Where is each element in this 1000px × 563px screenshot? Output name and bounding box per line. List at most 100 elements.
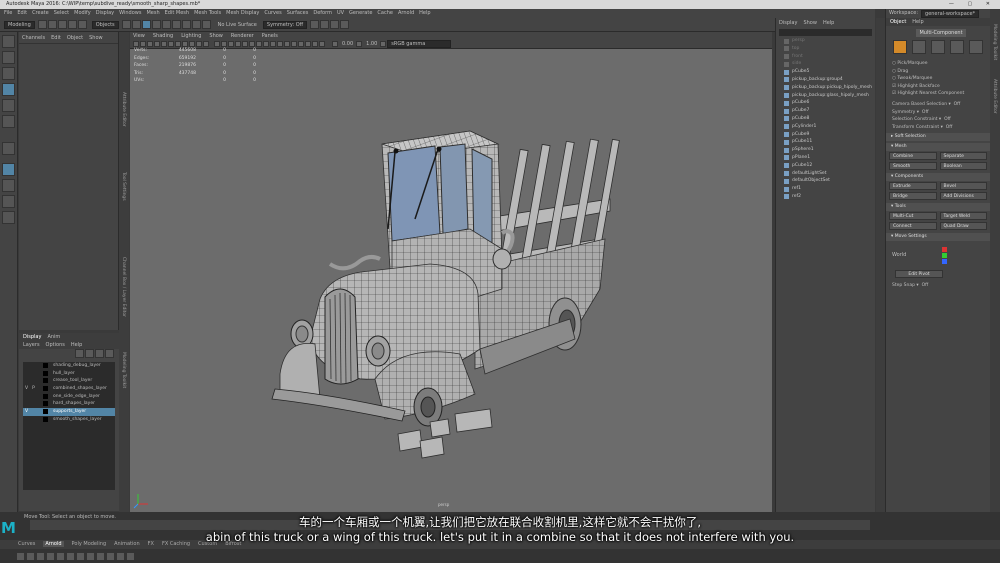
- outliner-item[interactable]: pCube12: [776, 162, 875, 170]
- layer-visibility-toggle[interactable]: [23, 416, 30, 424]
- layer-playback-toggle[interactable]: [30, 377, 37, 385]
- outliner-item[interactable]: pickup_backup:pickup_hipoly_mesh: [776, 84, 875, 92]
- layer-playback-toggle[interactable]: [30, 400, 37, 408]
- layer-visibility-toggle[interactable]: V: [23, 408, 30, 416]
- shelf-tool-9-icon[interactable]: [96, 551, 105, 561]
- viewport-panel[interactable]: View Shading Lighting Show Renderer Panels 0.…: [130, 32, 772, 512]
- layer-color-swatch[interactable]: [43, 409, 48, 415]
- shelf-tool-10-icon[interactable]: [106, 551, 115, 561]
- side-tab-attribute-editor[interactable]: Attribute Editor: [121, 92, 126, 127]
- viewport-menu-view[interactable]: View: [133, 33, 145, 39]
- exposure-icon[interactable]: [332, 41, 338, 47]
- layer-color-swatch[interactable]: [43, 401, 48, 407]
- render-icon[interactable]: [310, 20, 320, 29]
- shelf-tool-5-icon[interactable]: [56, 551, 65, 561]
- outliner-item[interactable]: pCube9: [776, 131, 875, 139]
- outliner-item[interactable]: pCylinder1: [776, 123, 875, 131]
- single-perspective-layout-icon[interactable]: [2, 163, 15, 176]
- components-section-header[interactable]: ▾ Components: [886, 173, 990, 182]
- color-management-icon[interactable]: [380, 41, 387, 47]
- rotate-tool-icon[interactable]: [2, 99, 15, 112]
- layer-row[interactable]: shading_debug_layer: [23, 362, 115, 370]
- smooth-button[interactable]: Smooth: [889, 162, 937, 171]
- menu-generate[interactable]: Generate: [349, 10, 372, 16]
- vertex-mode-icon[interactable]: [912, 40, 926, 54]
- layer-menu-layers[interactable]: Layers: [23, 342, 40, 348]
- menu-select[interactable]: Select: [54, 10, 69, 16]
- outliner-item[interactable]: pCube7: [776, 107, 875, 115]
- pick-option-tweak-marquee[interactable]: ○ Tweak/Marquee: [886, 75, 990, 83]
- outliner-item[interactable]: pPlane1: [776, 154, 875, 162]
- render-settings-icon[interactable]: [330, 20, 340, 29]
- target-weld-button[interactable]: Target Weld: [939, 212, 987, 221]
- outliner-menu-display[interactable]: Display: [779, 20, 797, 26]
- viewport-menu-renderer[interactable]: Renderer: [231, 33, 254, 39]
- undo-icon[interactable]: [67, 20, 77, 29]
- outliner-item[interactable]: persp: [776, 37, 875, 45]
- layer-playback-toggle[interactable]: [30, 362, 37, 370]
- uv-mode-icon[interactable]: [969, 40, 983, 54]
- viewport-menu-shading[interactable]: Shading: [153, 33, 173, 39]
- backface-culling-icon[interactable]: [319, 41, 325, 47]
- scale-tool-icon[interactable]: [2, 115, 15, 128]
- layer-row[interactable]: one_side_edge_layer: [23, 393, 115, 401]
- shadows-icon[interactable]: [256, 41, 262, 47]
- layer-visibility-toggle[interactable]: V: [23, 385, 30, 393]
- new-empty-layer-icon[interactable]: [95, 349, 104, 358]
- layer-color-swatch[interactable]: [43, 370, 48, 376]
- layer-color-swatch[interactable]: [43, 386, 48, 392]
- colorspace-dropdown[interactable]: sRGB gamma: [387, 40, 452, 48]
- menu-file[interactable]: File: [4, 10, 12, 16]
- snap-grid-icon[interactable]: [151, 20, 161, 29]
- viewport-menu-lighting[interactable]: Lighting: [181, 33, 201, 39]
- layer-menu-help[interactable]: Help: [71, 342, 82, 348]
- truck-model-render[interactable]: [130, 49, 772, 512]
- paint-select-icon[interactable]: [2, 67, 15, 80]
- side-tab-tool-settings[interactable]: Tool Settings: [121, 172, 126, 201]
- shelf-tool-11-icon[interactable]: [116, 551, 125, 561]
- multi-cut-button[interactable]: Multi-Cut: [889, 212, 937, 221]
- make-live-icon[interactable]: [201, 20, 211, 29]
- hypershade-icon[interactable]: [340, 20, 350, 29]
- layer-visibility-toggle[interactable]: [23, 377, 30, 385]
- extrude-button[interactable]: Extrude: [889, 182, 937, 191]
- select-tool-icon[interactable]: [2, 35, 15, 48]
- edit-pivot-button[interactable]: Edit Pivot: [895, 270, 943, 279]
- persp-outliner-layout-icon[interactable]: [2, 195, 15, 208]
- menu-edit-mesh[interactable]: Edit Mesh: [165, 10, 189, 16]
- quad-draw-button[interactable]: Quad Draw: [939, 222, 987, 231]
- xray-icon[interactable]: [298, 41, 304, 47]
- channel-menu-object[interactable]: Object: [67, 35, 83, 41]
- object-mode-icon[interactable]: [893, 40, 907, 54]
- menu-edit[interactable]: Edit: [17, 10, 27, 16]
- channel-menu-channels[interactable]: Channels: [22, 35, 45, 41]
- pick-option-highlight-backface[interactable]: ☑ Highlight Backface: [886, 83, 990, 91]
- symmetry-dropdown[interactable]: Symmetry: Off: [262, 20, 308, 29]
- outliner-item[interactable]: pCube5: [776, 68, 875, 76]
- objects-dropdown[interactable]: Objects: [91, 20, 119, 29]
- shelf-tool-12-icon[interactable]: [126, 551, 135, 561]
- side-tab-modeling-toolkit[interactable]: Modeling Toolkit: [121, 352, 126, 388]
- move-layer-up-icon[interactable]: [75, 349, 84, 358]
- outliner-item[interactable]: front: [776, 53, 875, 61]
- new-scene-icon[interactable]: [37, 20, 47, 29]
- viewport-menu-show[interactable]: Show: [209, 33, 223, 39]
- persp-graph-layout-icon[interactable]: [2, 211, 15, 224]
- layer-row[interactable]: smooth_shapes_layer: [23, 416, 115, 424]
- step-snap-row[interactable]: Step Snap ▾ Off: [886, 282, 990, 290]
- layer-visibility-toggle[interactable]: [23, 393, 30, 401]
- outliner-item[interactable]: side: [776, 60, 875, 68]
- layer-row[interactable]: V Pcombined_shapes_layer: [23, 385, 115, 393]
- shelf-tool-1-icon[interactable]: [16, 551, 25, 561]
- combine-button[interactable]: Combine: [889, 152, 937, 161]
- ambient-occlusion-icon[interactable]: [263, 41, 269, 47]
- menu-mesh[interactable]: Mesh: [146, 10, 159, 16]
- shelf-tool-2-icon[interactable]: [26, 551, 35, 561]
- bridge-button[interactable]: Bridge: [889, 192, 937, 201]
- bevel-button[interactable]: Bevel: [939, 182, 987, 191]
- xray-active-icon[interactable]: [305, 41, 311, 47]
- layer-playback-toggle[interactable]: P: [30, 385, 37, 393]
- pick-option-highlight-nearest-component[interactable]: ☑ Highlight Nearest Component: [886, 90, 990, 98]
- layer-row[interactable]: hull_layer: [23, 370, 115, 378]
- menu-mesh-tools[interactable]: Mesh Tools: [194, 10, 221, 16]
